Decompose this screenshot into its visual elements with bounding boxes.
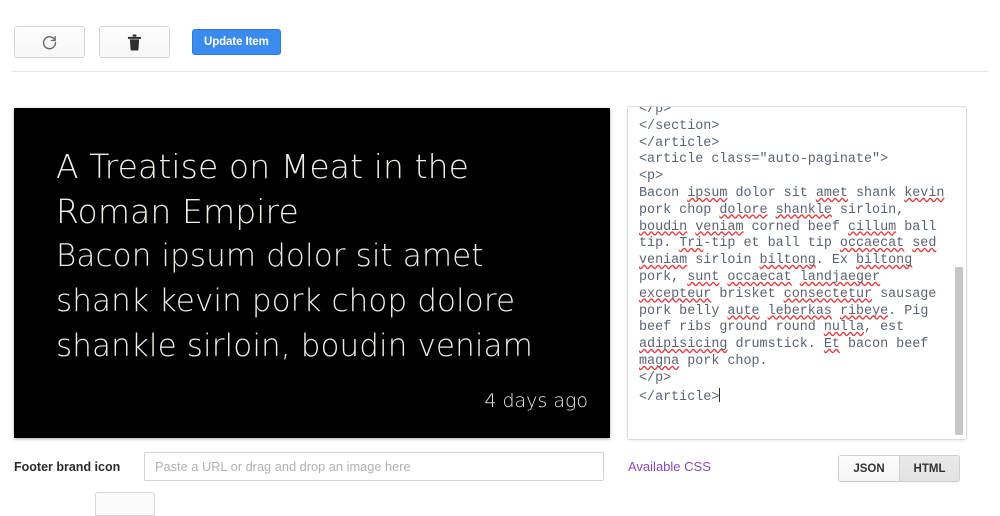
format-toggle-json[interactable]: JSON — [839, 456, 899, 481]
update-item-button[interactable]: Update Item — [192, 29, 281, 55]
format-toggle-html[interactable]: HTML — [899, 456, 959, 481]
code-editor-scrollbar-thumb[interactable] — [955, 266, 963, 435]
preview-content: A Treatise on Meat in the Roman Empire B… — [56, 144, 586, 369]
code-editor-scroll-area[interactable]: </p> </section> </article> <article clas… — [628, 107, 966, 439]
refresh-icon — [41, 34, 58, 51]
preview-card[interactable]: A Treatise on Meat in the Roman Empire B… — [14, 108, 610, 438]
preview-body: Bacon ipsum dolor sit amet shank kevin p… — [56, 238, 533, 364]
delete-button[interactable] — [99, 26, 170, 58]
footer-brand-icon-row: Footer brand icon — [14, 452, 604, 481]
code-editor-scrollbar[interactable] — [955, 111, 963, 435]
trash-icon — [127, 34, 142, 51]
toolbar-divider — [12, 71, 988, 72]
code-editor-text[interactable]: </p> </section> </article> <article clas… — [639, 107, 952, 406]
toolbar: Update Item — [14, 26, 281, 58]
footer-brand-icon-label: Footer brand icon — [14, 459, 121, 474]
refresh-button[interactable] — [14, 26, 85, 58]
preview-timestamp: 4 days ago — [484, 390, 588, 412]
partial-bottom-button[interactable] — [95, 492, 155, 516]
code-editor[interactable]: </p> </section> </article> <article clas… — [627, 106, 967, 440]
available-css-link[interactable]: Available CSS — [628, 459, 711, 474]
format-toggle-group: JSON HTML — [838, 455, 960, 482]
image-url-input[interactable] — [144, 452, 604, 481]
preview-title: A Treatise on Meat in the Roman Empire — [56, 147, 470, 231]
app-root: Update Item A Treatise on Meat in the Ro… — [0, 0, 1000, 516]
